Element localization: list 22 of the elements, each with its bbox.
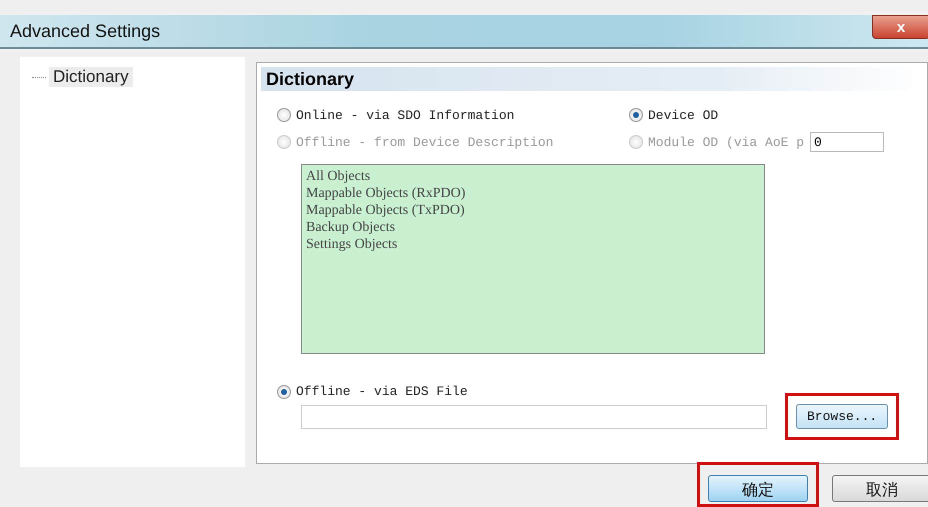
browse-button[interactable]: Browse... xyxy=(796,404,888,429)
tree-item[interactable]: Dictionary xyxy=(49,67,133,87)
list-item[interactable]: All Objects xyxy=(306,168,760,185)
radio-button[interactable] xyxy=(277,384,291,398)
dialog-button[interactable]: 确定 xyxy=(708,475,808,502)
list-item[interactable]: Settings Objects xyxy=(306,236,760,253)
port-field[interactable]: 0 xyxy=(810,132,884,152)
option-label: Offline - via EDS File xyxy=(296,384,468,399)
list-item[interactable]: Backup Objects xyxy=(306,219,760,236)
option-label: Offline - from Device Description xyxy=(296,134,554,150)
option-label: Device OD xyxy=(648,108,718,122)
option-label: Online - via SDO Information xyxy=(296,108,514,122)
radio-button[interactable] xyxy=(629,108,643,122)
object-list[interactable]: All Objects Mappable Objects (RxPDO) Mappable Objects (TxPDO) Backup Objects Settings Objects xyxy=(301,164,765,354)
window-title: Advanced Settings xyxy=(9,20,160,42)
dialog-button[interactable]: 取消 xyxy=(832,475,928,502)
file-path-field[interactable] xyxy=(301,404,767,428)
option-label: Module OD (via AoE p xyxy=(648,134,804,150)
list-item[interactable]: Mappable Objects (TxPDO) xyxy=(306,202,760,219)
tree-connector-icon xyxy=(32,76,46,78)
radio-button[interactable] xyxy=(277,108,291,122)
list-item[interactable]: Mappable Objects (RxPDO) xyxy=(306,185,760,202)
